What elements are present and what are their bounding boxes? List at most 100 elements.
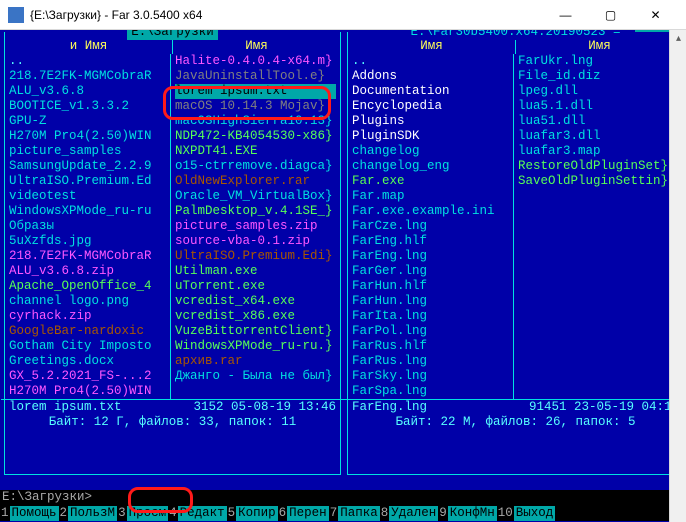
file-row[interactable]: Utilman.exe [175, 264, 336, 279]
right-panel[interactable]: E:\Far30b5400.x64.20190523 = 13:48 Имя И… [343, 30, 686, 477]
maximize-button[interactable]: ▢ [588, 0, 633, 29]
file-row[interactable]: RestoreOldPluginSet} [518, 159, 679, 174]
file-row[interactable]: ALU_v3.6.8.zip [9, 264, 170, 279]
file-row[interactable]: Образы [9, 219, 170, 234]
left-panel-header[interactable]: E:\Загрузки [5, 30, 340, 40]
file-row[interactable]: videotest [9, 189, 170, 204]
file-row[interactable]: VuzeBittorrentClient} [175, 324, 336, 339]
file-row[interactable]: Addons [352, 69, 513, 84]
file-row[interactable]: FarUkr.lng [518, 54, 679, 69]
file-row[interactable]: SamsungUpdate_2.2.9 [9, 159, 170, 174]
file-row[interactable]: FarCze.lng [352, 219, 513, 234]
file-row[interactable]: Far.exe.example.ini [352, 204, 513, 219]
file-row[interactable]: FarEng.lng [352, 249, 513, 264]
command-line[interactable]: E:\Загрузки> [0, 490, 686, 505]
keybar-f10[interactable]: 10Выход [497, 505, 556, 521]
titlebar[interactable]: {E:\Загрузки} - Far 3.0.5400 x64 — ▢ ✕ [0, 0, 686, 30]
file-row[interactable]: changelog_eng [352, 159, 513, 174]
file-row[interactable]: Apache_OpenOffice_4 [9, 279, 170, 294]
file-row[interactable]: FarRus.hlf [352, 339, 513, 354]
close-button[interactable]: ✕ [633, 0, 678, 29]
file-row[interactable]: ALU_v3.6.8 [9, 84, 170, 99]
file-row[interactable]: changelog [352, 144, 513, 159]
file-row[interactable]: lua51.dll [518, 114, 679, 129]
keybar-f3[interactable]: 3Просм [117, 505, 168, 521]
file-row[interactable]: Halite-0.4.0.4-x64.m} [175, 54, 336, 69]
file-row[interactable]: GPU-Z [9, 114, 170, 129]
keybar-f9[interactable]: 9КонфМн [438, 505, 497, 521]
file-row[interactable]: NXPDT41.EXE [175, 144, 336, 159]
file-row[interactable]: SaveOldPluginSettin} [518, 174, 679, 189]
file-row[interactable]: .. [352, 54, 513, 69]
file-row[interactable]: File_id.diz [518, 69, 679, 84]
file-row[interactable]: channel logo.png [9, 294, 170, 309]
file-row[interactable]: 5uXzfds.jpg [9, 234, 170, 249]
keybar-f7[interactable]: 7Папка [329, 505, 380, 521]
file-row[interactable]: uTorrent.exe [175, 279, 336, 294]
scroll-up-icon[interactable]: ▴ [670, 30, 686, 47]
file-row[interactable]: PalmDesktop_v.4.1SE_} [175, 204, 336, 219]
file-row[interactable]: lpeg.dll [518, 84, 679, 99]
file-row[interactable]: FarIta.lng [352, 309, 513, 324]
minimize-button[interactable]: — [543, 0, 588, 29]
keybar-f8[interactable]: 8Удален [380, 505, 439, 521]
file-row[interactable]: WindowsXPMode_ru-ru [9, 204, 170, 219]
file-row[interactable]: luafar3.map [518, 144, 679, 159]
file-row[interactable]: Plugins [352, 114, 513, 129]
file-row[interactable]: Far.map [352, 189, 513, 204]
file-row[interactable]: FarRus.lng [352, 354, 513, 369]
keybar-f4[interactable]: 4Редакт [168, 505, 227, 521]
file-row[interactable]: picture_samples.zip [175, 219, 336, 234]
file-row[interactable]: macOSHighSierra10.13} [175, 114, 336, 129]
file-row[interactable]: Gotham City Imposto [9, 339, 170, 354]
file-row[interactable]: source-vba-0.1.zip [175, 234, 336, 249]
right-panel-header[interactable]: E:\Far30b5400.x64.20190523 = 13:48 [348, 30, 683, 40]
file-row[interactable]: Encyclopedia [352, 99, 513, 114]
file-row[interactable]: GX_5.2.2021_FS-...2 [9, 369, 170, 384]
key-label: Помощь [10, 506, 59, 521]
file-row[interactable]: FarSky.lng [352, 369, 513, 384]
file-row[interactable]: NDP472-KB4054530-x86} [175, 129, 336, 144]
left-panel[interactable]: E:\Загрузки и Имя Имя ..218.7E2FK-MGMCob… [0, 30, 343, 477]
file-row[interactable]: vcredist_x64.exe [175, 294, 336, 309]
vertical-scrollbar[interactable]: ▴ [669, 30, 686, 522]
file-row[interactable]: 218.7E2FK-MGMCobraR [9, 69, 170, 84]
file-row[interactable]: FarEng.hlf [352, 234, 513, 249]
file-row[interactable]: o15-ctrremove.diagca} [175, 159, 336, 174]
file-row[interactable]: FarSpa.lng [352, 384, 513, 399]
keybar-f2[interactable]: 2ПользМ [59, 505, 118, 521]
file-row[interactable]: Far.exe [352, 174, 513, 189]
file-row[interactable]: BOOTICE_v1.3.3.2 [9, 99, 170, 114]
file-row[interactable]: Greetings.docx [9, 354, 170, 369]
file-row[interactable]: H270M Pro4(2.50)WIN [9, 384, 170, 399]
keybar-f6[interactable]: 6Перен [278, 505, 329, 521]
file-row[interactable]: .. [9, 54, 170, 69]
file-row[interactable]: lorem ipsum.txt [175, 84, 336, 99]
file-row[interactable]: FarHun.hlf [352, 279, 513, 294]
file-row[interactable]: FarHun.lng [352, 294, 513, 309]
keybar-f5[interactable]: 5Копир [227, 505, 278, 521]
file-row[interactable]: архив.rar [175, 354, 336, 369]
file-row[interactable]: picture_samples [9, 144, 170, 159]
file-row[interactable]: luafar3.dll [518, 129, 679, 144]
file-row[interactable]: H270M Pro4(2.50)WIN [9, 129, 170, 144]
file-row[interactable]: Oracle_VM_VirtualBox} [175, 189, 336, 204]
left-status-info: 3152 05-08-19 13:46 [193, 400, 336, 415]
file-row[interactable]: WindowsXPMode_ru-ru.} [175, 339, 336, 354]
file-row[interactable]: FarGer.lng [352, 264, 513, 279]
file-row[interactable]: GoogleBar-nardoxic [9, 324, 170, 339]
file-row[interactable]: cyrhack.zip [9, 309, 170, 324]
file-row[interactable]: PluginSDK [352, 129, 513, 144]
file-row[interactable]: JavaUninstallTool.e} [175, 69, 336, 84]
file-row[interactable]: Джанго - Была не был} [175, 369, 336, 384]
file-row[interactable]: OldNewExplorer.rar [175, 174, 336, 189]
file-row[interactable]: lua5.1.dll [518, 99, 679, 114]
file-row[interactable]: UltraISO.Premium.Ed [9, 174, 170, 189]
file-row[interactable]: macOS 10.14.3 Mojav} [175, 99, 336, 114]
keybar-f1[interactable]: 1Помощь [0, 505, 59, 521]
file-row[interactable]: UltraISO.Premium.Edi} [175, 249, 336, 264]
file-row[interactable]: FarPol.lng [352, 324, 513, 339]
file-row[interactable]: Documentation [352, 84, 513, 99]
file-row[interactable]: 218.7E2FK-MGMCobraR [9, 249, 170, 264]
file-row[interactable]: vcredist_x86.exe [175, 309, 336, 324]
